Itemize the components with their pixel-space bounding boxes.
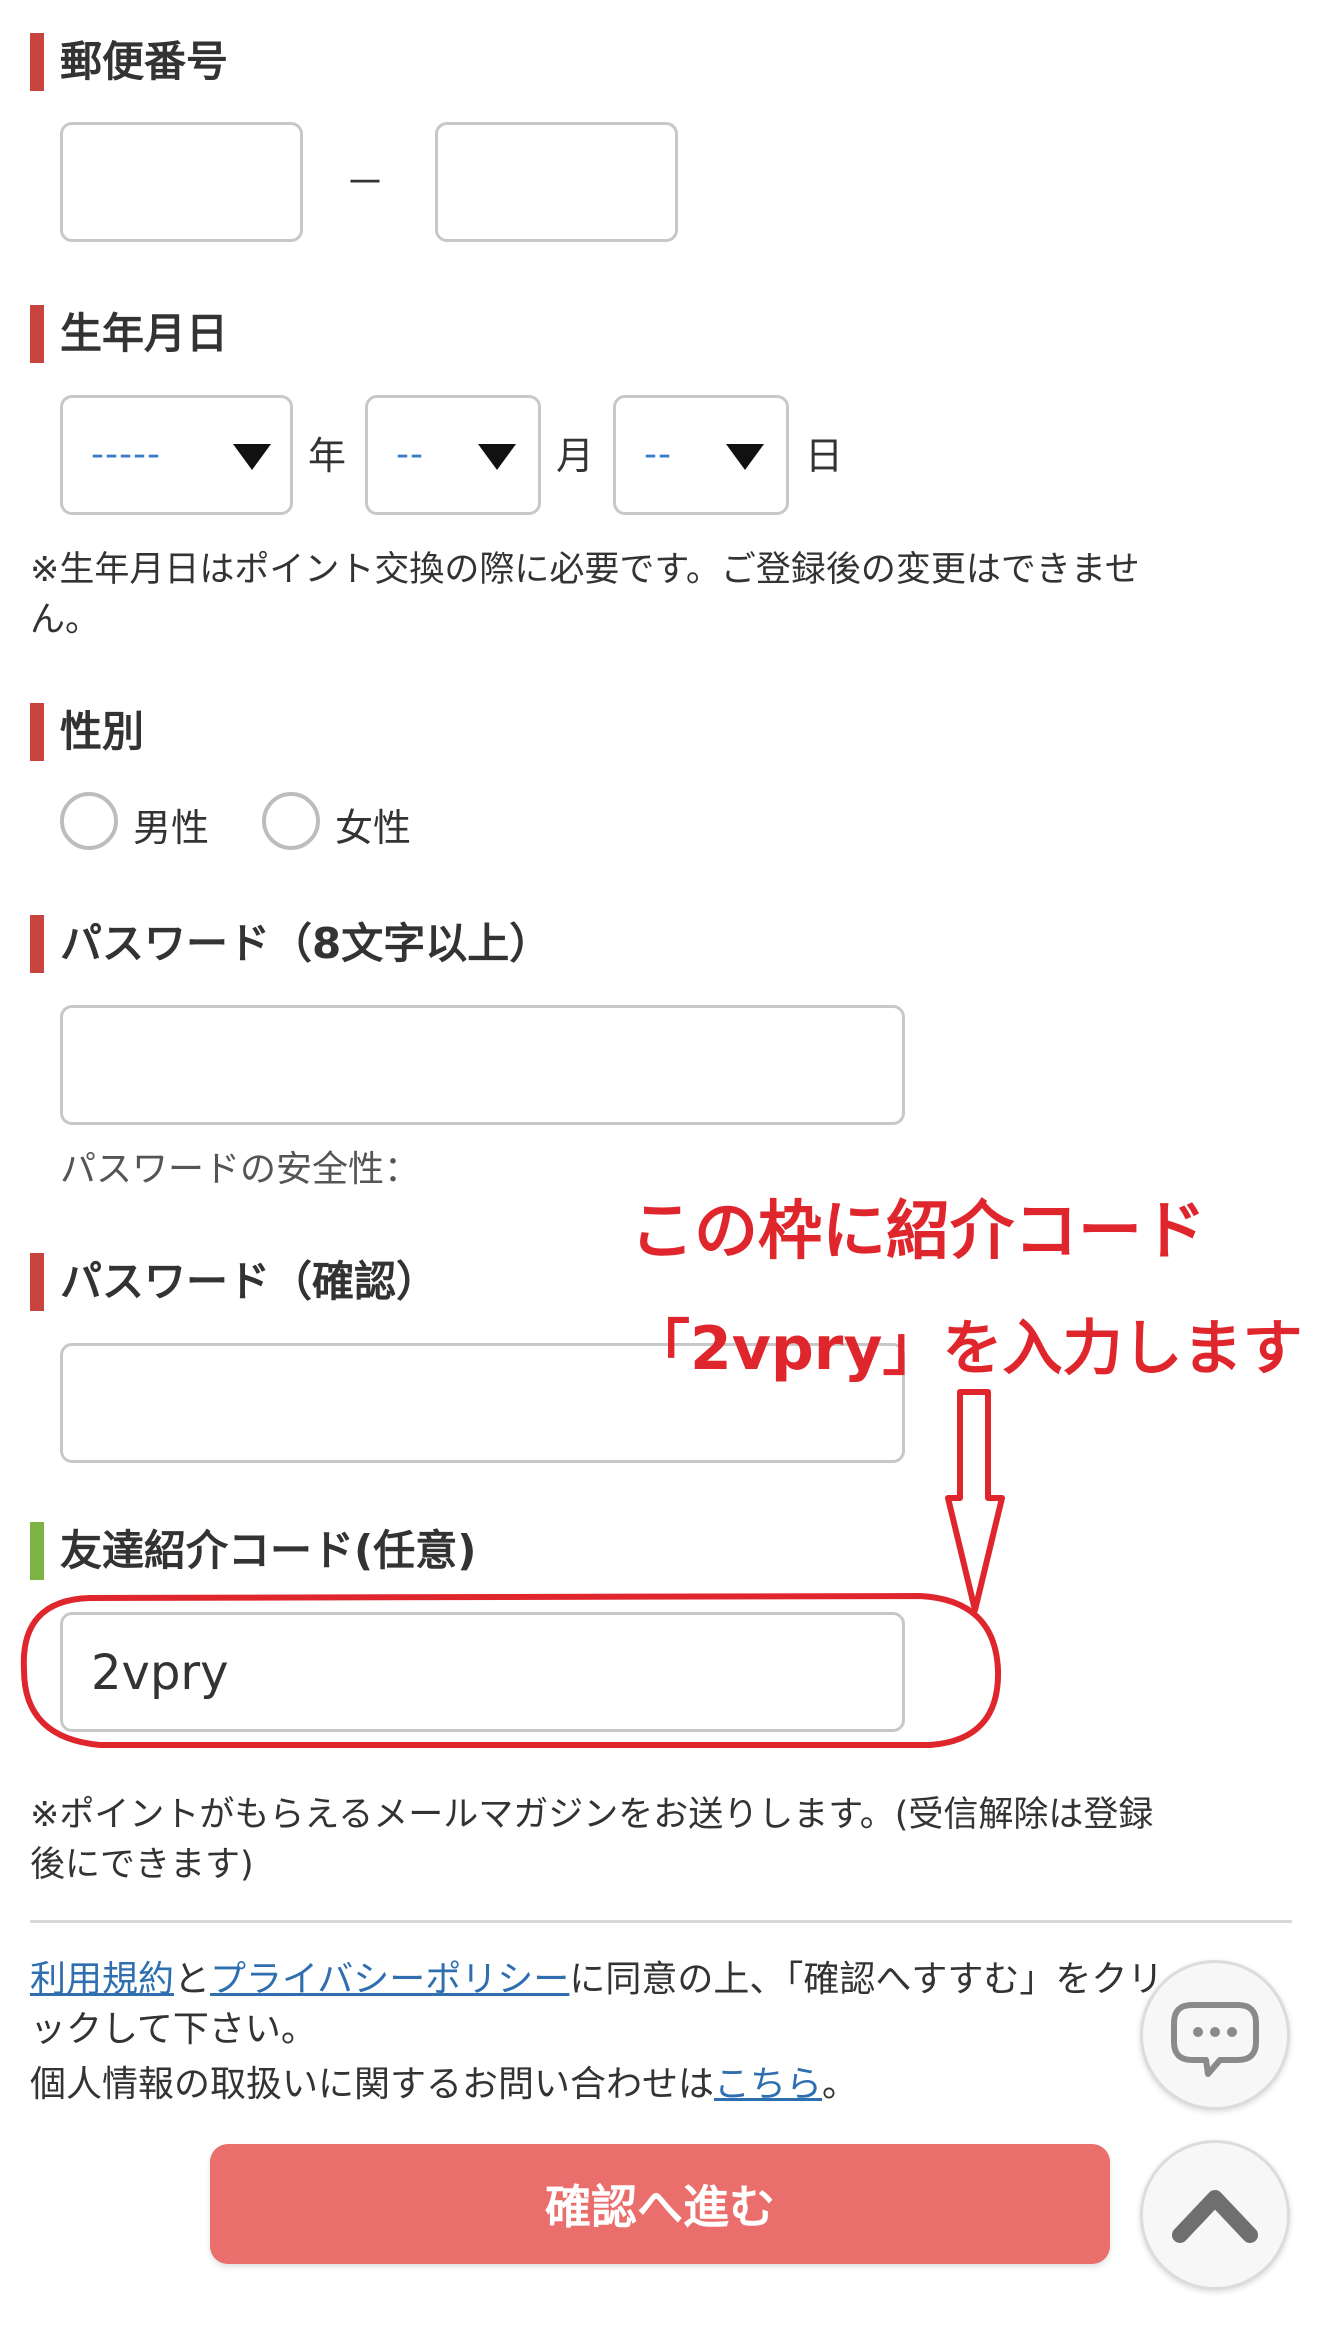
confirm-button[interactable]: 確認へ進む	[210, 2144, 1110, 2264]
annotation-highlight-ellipse	[20, 1592, 1002, 1748]
chat-bubble-icon	[1171, 2002, 1259, 2077]
confirm-button-label: 確認へ進む	[545, 2180, 775, 2234]
inquiry-end: 。	[822, 2064, 859, 2105]
chat-button[interactable]	[1140, 1960, 1290, 2110]
terms-agree-text: に同意の上、「確認へすすむ」をクリ	[569, 1959, 1164, 2000]
annotation-text-line1: この枠に紹介コード	[630, 1195, 1206, 1269]
inquiry-line: 個人情報の取扱いに関するお問い合わせはこちら。	[30, 2060, 858, 2110]
inquiry-text: 個人情報の取扱いに関するお問い合わせは	[30, 2064, 715, 2105]
scroll-top-button[interactable]	[1140, 2140, 1290, 2290]
terms-line2: ックして下さい。	[30, 2009, 317, 2050]
terms-of-use-link[interactable]: 利用規約	[30, 1959, 174, 2000]
inquiry-link[interactable]: こちら	[714, 2064, 822, 2105]
terms-and-text: と	[174, 1959, 211, 2000]
mail-note-line2: 後にできます)	[30, 1845, 254, 1885]
annotation-down-arrow	[945, 1389, 1005, 1613]
annotation-text-line2: 「2vpry」を入力します	[630, 1314, 1303, 1384]
mail-note-line1: ※ポイントがもらえるメールマガジンをお送りします。(受信解除は登録	[30, 1795, 1154, 1835]
chevron-up-icon	[1172, 2190, 1258, 2243]
divider	[30, 1920, 1292, 1923]
terms-line1: 利用規約とプライバシーポリシーに同意の上、「確認へすすむ」をクリ	[30, 1955, 1163, 2005]
privacy-policy-link[interactable]: プライバシーポリシー	[210, 1959, 569, 2000]
